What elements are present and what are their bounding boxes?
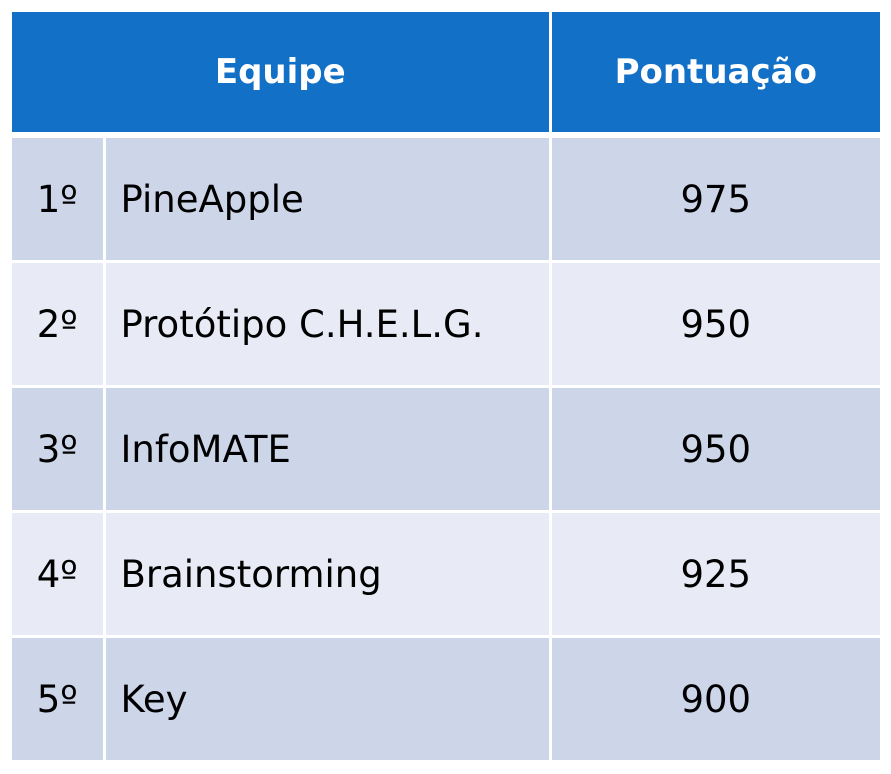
table-row: 3º InfoMATE 950 [12,386,881,513]
team-cell: PineApple [104,135,552,263]
rank-cell: 5º [12,636,106,760]
team-cell: Protótipo C.H.E.L.G. [104,261,552,388]
team-cell: InfoMATE [104,386,552,513]
team-cell: Key [104,636,552,760]
table-row: 1º PineApple 975 [12,135,881,263]
table-body: 1º PineApple 975 2º Protótipo C.H.E.L.G.… [12,135,881,760]
table-header: Equipe Pontuação [12,12,881,138]
rank-cell: 2º [12,261,106,388]
table-row: 4º Brainstorming 925 [12,511,881,638]
score-cell: 950 [550,261,881,388]
team-cell: Brainstorming [104,511,552,638]
rank-cell: 4º [12,511,106,638]
table-row: 5º Key 900 [12,636,881,760]
rank-cell: 3º [12,386,106,513]
score-cell: 950 [550,386,881,513]
header-row: Equipe Pontuação [12,12,881,138]
score-cell: 975 [550,135,881,263]
team-column-header: Equipe [12,12,552,138]
score-cell: 900 [550,636,881,760]
rank-cell: 1º [12,135,106,263]
table-row: 2º Protótipo C.H.E.L.G. 950 [12,261,881,388]
score-cell: 925 [550,511,881,638]
ranking-table: Equipe Pontuação 1º PineApple 975 2º Pro… [12,12,881,760]
score-column-header: Pontuação [550,12,881,138]
